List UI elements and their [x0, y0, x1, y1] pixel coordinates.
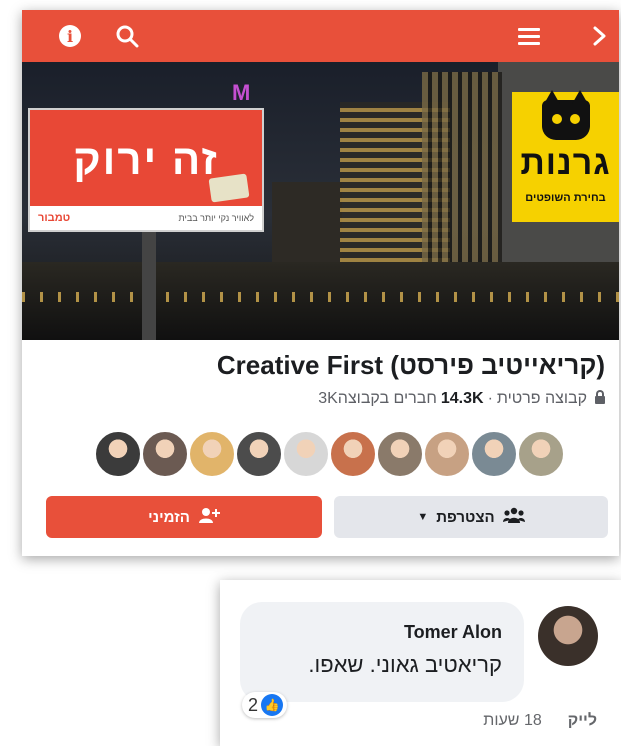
joined-button[interactable]: הצטרפת ▼ — [334, 496, 608, 538]
reaction-count: 2 — [248, 694, 259, 715]
member-avatar[interactable] — [282, 430, 330, 478]
chevron-right-icon[interactable] — [588, 18, 612, 54]
invite-label: הזמיני — [148, 508, 190, 526]
member-avatar[interactable] — [329, 430, 377, 478]
billboard: זה ירוק טמבור לאוויר נקי יותר בבית — [28, 108, 264, 232]
like-link[interactable]: לייק — [568, 712, 597, 730]
add-person-icon — [198, 507, 220, 528]
m-logo: M — [232, 80, 251, 105]
search-icon[interactable] — [110, 18, 144, 54]
member-avatar[interactable] — [423, 430, 471, 478]
member-avatar[interactable] — [188, 430, 236, 478]
member-avatar[interactable] — [235, 430, 283, 478]
group-icon — [502, 507, 525, 528]
comment-footer: לייק 18 שעות — [483, 712, 597, 730]
members-suffix[interactable]: חברים בקבוצה3K — [318, 390, 437, 408]
group-title: (קריאייטיב פירסט) Creative First — [216, 350, 605, 380]
member-avatar[interactable] — [141, 430, 189, 478]
member-avatar[interactable] — [517, 430, 565, 478]
badge-subtitle: בחירת השופטים — [525, 192, 606, 204]
thumbs-up-icon: 👍 — [261, 694, 284, 716]
caret-down-icon: ▼ — [417, 511, 429, 523]
reaction-badge[interactable]: 2 👍 — [242, 692, 288, 718]
billboard-tagline: לאוויר נקי יותר בבית — [178, 213, 254, 223]
invite-button[interactable]: הזמיני — [46, 496, 322, 538]
info-icon[interactable]: i — [56, 18, 84, 54]
group-meta: קבוצה פרטית · 14.3K חברים בקבוצה3K — [318, 390, 605, 408]
award-badge: גרנות בחירת השופטים — [512, 90, 619, 222]
member-avatar[interactable] — [376, 430, 424, 478]
lock-icon — [595, 390, 605, 404]
cat-icon — [542, 90, 590, 140]
top-bar: i — [22, 10, 619, 62]
comment-author[interactable]: Tomer Alon — [404, 622, 502, 643]
comment-card: Tomer Alon קריאטיב גאוני. שאפו. 2 👍 לייק… — [220, 580, 621, 746]
billboard-brand: טמבור — [38, 212, 71, 224]
member-avatars[interactable] — [94, 430, 610, 478]
member-avatar[interactable] — [470, 430, 518, 478]
cover-photo: M זה ירוק טמבור לאוויר נקי יותר בבית גרנ… — [22, 62, 619, 340]
menu-icon[interactable] — [514, 18, 544, 54]
member-avatar[interactable] — [94, 430, 142, 478]
badge-title: גרנות — [520, 144, 611, 182]
group-card: i M זה ירוק טמבור לאוויר נקי יותר בבית ג… — [22, 10, 619, 556]
comment-time[interactable]: 18 שעות — [483, 712, 541, 730]
comment-bubble: Tomer Alon קריאטיב גאוני. שאפו. — [240, 602, 524, 702]
comment-text: קריאטיב גאוני. שאפו. — [308, 652, 502, 677]
group-privacy: קבוצה פרטית — [496, 390, 587, 407]
commenter-avatar[interactable] — [538, 606, 598, 666]
joined-label: הצטרפת — [436, 508, 495, 526]
members-count[interactable]: 14.3K — [441, 390, 484, 408]
